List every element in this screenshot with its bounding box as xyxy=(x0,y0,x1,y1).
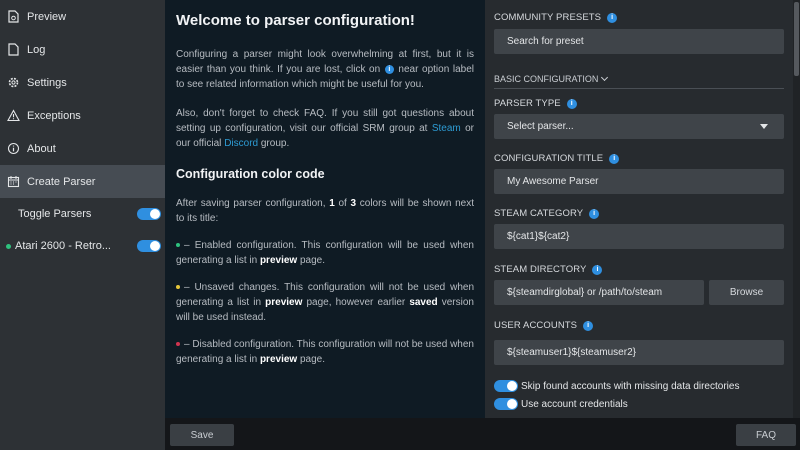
unsaved-dot xyxy=(176,285,180,290)
info-icon[interactable]: i xyxy=(589,208,600,219)
enabled-config-item: – Enabled configuration. This configurat… xyxy=(176,240,474,266)
color-code-heading: Configuration color code xyxy=(176,167,325,181)
disabled-dot xyxy=(176,342,180,347)
calendar-icon xyxy=(7,175,20,188)
info-icon[interactable]: i xyxy=(583,320,594,331)
enabled-dot xyxy=(176,243,180,248)
toggle-parsers-row: Toggle Parsers xyxy=(0,198,165,230)
user-accounts-input[interactable]: ${steamuser1}${steamuser2} xyxy=(494,340,784,365)
unsaved-config-item: – Unsaved changes. This configuration wi… xyxy=(176,282,474,323)
info-icon: i xyxy=(384,64,394,74)
sidebar-item-exceptions[interactable]: Exceptions xyxy=(0,99,165,132)
skip-accounts-label: Skip found accounts with missing data di… xyxy=(521,380,740,392)
preview-icon xyxy=(7,10,20,23)
config-title-label: CONFIGURATION TITLE i xyxy=(494,153,620,164)
gear-icon xyxy=(7,76,20,89)
parser-type-label: PARSER TYPE i xyxy=(494,98,578,109)
steam-link[interactable]: Steam xyxy=(432,123,461,134)
form-scrollbar[interactable] xyxy=(793,0,800,418)
browse-button[interactable]: Browse xyxy=(709,280,784,305)
parser-toggle-switch[interactable] xyxy=(137,240,161,252)
steam-directory-label: STEAM DIRECTORY i xyxy=(494,264,603,275)
log-icon xyxy=(7,43,20,56)
chevron-down-icon xyxy=(601,73,609,82)
use-credentials-row: Use account credentials xyxy=(494,398,628,410)
steam-category-label: STEAM CATEGORY i xyxy=(494,208,600,219)
discord-link[interactable]: Discord xyxy=(224,138,258,149)
config-title-input[interactable]: My Awesome Parser xyxy=(494,169,784,194)
steam-category-input[interactable]: ${cat1}${cat2} xyxy=(494,224,784,249)
sidebar-item-create-parser[interactable]: Create Parser xyxy=(0,165,165,198)
parser-row[interactable]: Atari 2600 - Retro... xyxy=(0,230,165,262)
sidebar-item-label: About xyxy=(27,142,56,155)
sidebar: Preview Log Settings Exceptions About Cr… xyxy=(0,0,165,450)
steam-directory-input[interactable]: ${steamdirglobal} or /path/to/steam xyxy=(494,280,704,305)
sidebar-item-log[interactable]: Log xyxy=(0,33,165,66)
info-icon[interactable]: i xyxy=(607,12,618,23)
info-icon xyxy=(7,142,20,155)
info-panel: Welcome to parser configuration! Configu… xyxy=(165,0,485,418)
intro-paragraph: Configuring a parser might look overwhel… xyxy=(176,49,474,90)
info-icon[interactable]: i xyxy=(609,153,620,164)
parser-type-select[interactable]: Select parser... xyxy=(494,114,784,139)
page-title: Welcome to parser configuration! xyxy=(176,12,415,29)
parser-status-dot xyxy=(6,243,11,249)
sidebar-item-preview[interactable]: Preview xyxy=(0,0,165,33)
sidebar-item-about[interactable]: About xyxy=(0,132,165,165)
sidebar-item-label: Exceptions xyxy=(27,109,81,122)
basic-configuration-toggle[interactable]: BASIC CONFIGURATION xyxy=(494,73,784,89)
sidebar-item-label: Log xyxy=(27,43,46,56)
user-accounts-label: USER ACCOUNTS i xyxy=(494,320,594,331)
sidebar-item-label: Create Parser xyxy=(27,175,96,188)
sidebar-item-label: Settings xyxy=(27,76,67,89)
use-credentials-label: Use account credentials xyxy=(521,398,628,410)
disabled-config-item: – Disabled configuration. This configura… xyxy=(176,339,474,365)
bottom-bar: Save FAQ xyxy=(165,418,800,450)
use-credentials-toggle[interactable] xyxy=(494,398,518,410)
faq-paragraph: Also, don't forget to check FAQ. If you … xyxy=(176,108,474,149)
faq-button[interactable]: FAQ xyxy=(736,424,796,446)
toggle-parsers-switch[interactable] xyxy=(137,208,161,220)
community-presets-label: COMMUNITY PRESETS i xyxy=(494,12,618,23)
save-button[interactable]: Save xyxy=(170,424,234,446)
scrollbar-thumb[interactable] xyxy=(794,2,799,76)
info-icon[interactable]: i xyxy=(566,98,577,109)
warning-icon xyxy=(7,109,20,122)
search-preset-input[interactable]: Search for preset xyxy=(494,29,784,54)
config-form: COMMUNITY PRESETS i Search for preset BA… xyxy=(485,0,793,418)
sidebar-item-label: Preview xyxy=(27,10,67,23)
info-icon[interactable]: i xyxy=(592,264,603,275)
skip-accounts-row: Skip found accounts with missing data di… xyxy=(494,380,739,392)
skip-accounts-toggle[interactable] xyxy=(494,380,518,392)
sidebar-item-settings[interactable]: Settings xyxy=(0,66,165,99)
color-code-intro: After saving parser configuration, 1 of … xyxy=(176,198,475,224)
